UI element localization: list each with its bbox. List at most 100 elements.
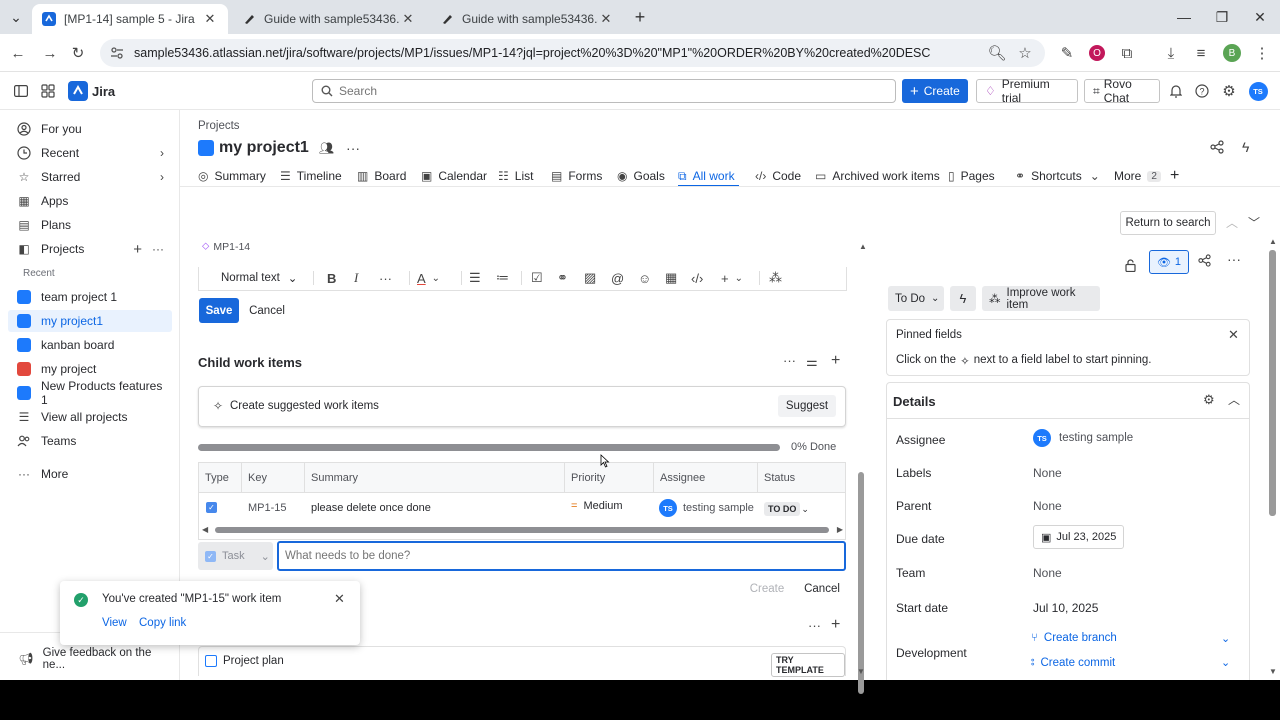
- italic-icon[interactable]: I: [354, 267, 358, 289]
- address-bar[interactable]: sample53436.atlassian.net/jira/software/…: [100, 39, 1045, 67]
- add-project-icon[interactable]: +: [133, 241, 142, 258]
- chevron-down-icon[interactable]: ⌄: [1221, 656, 1230, 669]
- child-more-icon[interactable]: ···: [783, 353, 796, 368]
- bold-icon[interactable]: B: [327, 267, 336, 289]
- left-pane-scrollbar[interactable]: ▲: [857, 236, 867, 694]
- try-template-button[interactable]: TRY TEMPLATE: [771, 653, 845, 677]
- col-assignee[interactable]: Assignee: [654, 463, 758, 493]
- minimize-icon[interactable]: —: [1174, 8, 1194, 26]
- sidebar-item-projects[interactable]: ◧ Projects + ···: [8, 238, 172, 260]
- tab-timeline[interactable]: ☰ Timeline: [280, 166, 342, 186]
- tab-archived[interactable]: ▭ Archived work items: [815, 166, 940, 186]
- close-tab-icon[interactable]: ✕: [202, 11, 218, 27]
- sidebar-item-for-you[interactable]: For you: [8, 118, 172, 140]
- details-header[interactable]: Details ⚙ ︿: [887, 383, 1249, 419]
- back-icon[interactable]: ←: [8, 43, 28, 63]
- col-summary[interactable]: Summary: [305, 463, 565, 493]
- new-tab-icon[interactable]: +: [630, 7, 650, 27]
- tab-shortcuts[interactable]: ⚭ Shortcuts ⌄: [1015, 166, 1100, 186]
- sidebar-project-kanban-board[interactable]: kanban board: [8, 334, 172, 356]
- tab-pages[interactable]: ▯ Pages: [948, 166, 995, 186]
- cancel-child-button[interactable]: Cancel: [798, 577, 846, 601]
- rovo-chat-button[interactable]: ⌗ Rovo Chat: [1084, 77, 1160, 105]
- row-priority[interactable]: = Medium: [571, 500, 623, 512]
- insert-plus-icon[interactable]: + ⌄: [721, 267, 743, 289]
- browser-tab-active[interactable]: [MP1-14] sample 5 - Jira ✕: [32, 4, 228, 34]
- details-settings-gear-icon[interactable]: ⚙: [1203, 392, 1215, 408]
- new-item-type-select[interactable]: ✓ Task ⌄: [198, 542, 273, 570]
- create-child-button[interactable]: Create: [742, 577, 792, 601]
- browser-tab[interactable]: Guide with sample53436.atlassi ✕: [430, 4, 624, 34]
- new-item-summary-input[interactable]: [277, 541, 846, 571]
- tab-all-work[interactable]: ⧉ All work: [678, 166, 735, 186]
- tab-summary[interactable]: ◎ Summary: [198, 166, 266, 186]
- create-commit-link[interactable]: ⦂ Create commit: [1031, 656, 1115, 669]
- previous-icon[interactable]: ︿: [1226, 214, 1238, 231]
- tab-forms[interactable]: ▤ Forms: [551, 166, 602, 186]
- download-icon[interactable]: ⤓: [1161, 43, 1181, 63]
- tab-goals[interactable]: ◉ Goals: [617, 166, 665, 186]
- app-switcher-icon[interactable]: [38, 81, 58, 101]
- profile-avatar[interactable]: B: [1222, 43, 1242, 63]
- text-color-icon[interactable]: A ⌄: [417, 267, 440, 289]
- sidebar-item-apps[interactable]: ▦ Apps: [8, 190, 172, 212]
- tab-board[interactable]: ▥ Board: [357, 166, 406, 186]
- sidebar-item-more[interactable]: ··· More: [8, 463, 172, 485]
- emoji-icon[interactable]: ☺: [638, 267, 651, 289]
- sidebar-item-recent[interactable]: Recent ›: [8, 142, 172, 164]
- people-icon[interactable]: 👥︎: [319, 141, 334, 155]
- table-horizontal-scrollbar[interactable]: ◀ ▶: [199, 525, 845, 535]
- row-summary[interactable]: please delete once done: [311, 502, 431, 514]
- automation-icon[interactable]: ϟ: [950, 286, 976, 311]
- create-branch-link[interactable]: ⑂ Create branch: [1031, 632, 1117, 644]
- row-status-dropdown[interactable]: TO DO ⌄: [764, 501, 809, 516]
- sidebar-project-team-project-1[interactable]: team project 1: [8, 286, 172, 308]
- due-date-field[interactable]: ▣ Jul 23, 2025: [1033, 525, 1125, 549]
- sidebar-item-plans[interactable]: ▤ Plans: [8, 214, 172, 236]
- col-type[interactable]: Type: [199, 463, 242, 493]
- start-date-field[interactable]: Jul 10, 2025: [1033, 601, 1098, 615]
- team-field[interactable]: None: [1033, 566, 1062, 580]
- filter-icon[interactable]: ⚌: [806, 354, 818, 370]
- close-tab-icon[interactable]: ✕: [400, 11, 416, 27]
- jira-logo[interactable]: Jira: [68, 81, 115, 101]
- checkbox-icon[interactable]: ☑: [531, 267, 543, 289]
- assignee-field[interactable]: TS testing sample: [1033, 429, 1133, 447]
- col-key[interactable]: Key: [242, 463, 305, 493]
- notifications-bell-icon[interactable]: [1166, 81, 1186, 101]
- user-avatar[interactable]: TS: [1248, 81, 1268, 101]
- browser-menu-icon[interactable]: ⋮: [1252, 43, 1272, 63]
- row-key[interactable]: MP1-15: [248, 502, 287, 514]
- ai-sparkle-icon[interactable]: ⁂: [769, 267, 782, 289]
- code-icon[interactable]: ‹/›: [691, 267, 703, 289]
- extension-o-icon[interactable]: O: [1087, 43, 1107, 63]
- table-row[interactable]: ✓ MP1-15 please delete once done = Mediu…: [199, 493, 845, 523]
- next-icon[interactable]: ﹀: [1248, 214, 1260, 231]
- labels-field[interactable]: None: [1033, 466, 1062, 480]
- settings-gear-icon[interactable]: ⚙: [1219, 81, 1239, 101]
- image-icon[interactable]: ▨: [584, 267, 596, 289]
- extension-pen-icon[interactable]: ✎: [1057, 43, 1077, 63]
- mention-icon[interactable]: @: [611, 267, 624, 289]
- forward-icon[interactable]: →: [40, 43, 60, 63]
- improve-work-item-button[interactable]: ⁂ Improve work item: [982, 286, 1100, 311]
- chevron-down-icon[interactable]: ⌄: [1221, 632, 1230, 645]
- share-icon[interactable]: [1210, 140, 1224, 154]
- section-add-icon[interactable]: +: [831, 616, 840, 634]
- suggest-button[interactable]: Suggest: [778, 395, 836, 417]
- return-to-search-button[interactable]: Return to search: [1120, 211, 1216, 235]
- media-control-icon[interactable]: ≡: [1191, 43, 1211, 63]
- close-tab-icon[interactable]: ✕: [598, 11, 614, 27]
- more-formatting-icon[interactable]: ···: [379, 267, 392, 289]
- search-box[interactable]: [312, 79, 896, 103]
- reload-icon[interactable]: ↻: [68, 43, 88, 63]
- toast-copy-link[interactable]: Copy link: [139, 617, 186, 629]
- add-child-icon[interactable]: +: [831, 352, 840, 370]
- extensions-puzzle-icon[interactable]: ⧉: [1117, 43, 1137, 63]
- issue-key-breadcrumb[interactable]: ⬦ MP1-14: [202, 240, 250, 253]
- lock-icon[interactable]: [1118, 253, 1142, 277]
- zoom-icon[interactable]: 🔍︎: [987, 43, 1007, 63]
- chevron-up-icon[interactable]: ︿: [1228, 391, 1240, 408]
- link-icon[interactable]: ⚭: [557, 267, 568, 289]
- tab-list[interactable]: ☷ List: [498, 166, 533, 186]
